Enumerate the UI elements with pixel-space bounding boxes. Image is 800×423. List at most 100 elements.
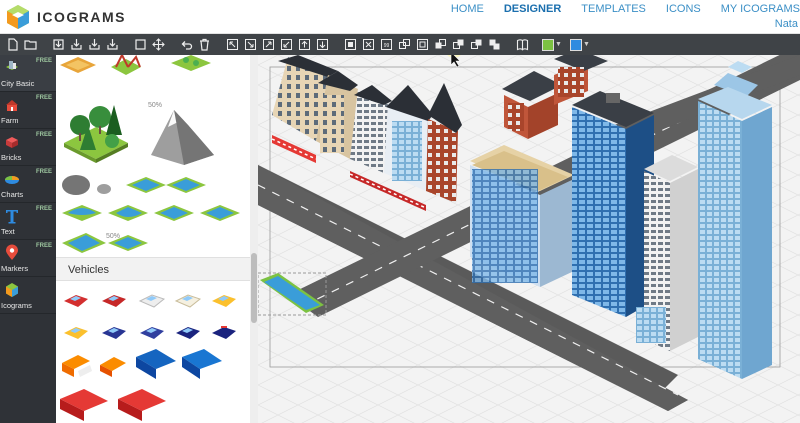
rocks-shape[interactable] xyxy=(62,175,111,195)
nav-my-icograms[interactable]: MY ICOGRAMS xyxy=(721,3,800,15)
isometric-scene[interactable] xyxy=(258,55,800,423)
sidebar-item-markers[interactable]: FREE Markers xyxy=(0,240,56,277)
free-badge: FREE xyxy=(35,169,52,175)
toolbar: 99 ▼ ▼ xyxy=(0,34,800,55)
align-top-right-icon[interactable] xyxy=(260,37,276,53)
nav-icons[interactable]: ICONS xyxy=(666,3,701,15)
sidebar-item-city-basic[interactable]: FREE City Basic xyxy=(0,55,56,92)
arrange-layer-4-icon[interactable] xyxy=(486,37,502,53)
nav-home[interactable]: HOME xyxy=(451,3,484,15)
office-building-white[interactable] xyxy=(636,155,698,351)
arrange-back-icon[interactable] xyxy=(396,37,412,53)
arrange-front-icon[interactable] xyxy=(414,37,430,53)
sidebar-item-text[interactable]: FREE Text xyxy=(0,203,56,240)
shape-palette: 50% 50% Vehicles xyxy=(56,55,250,423)
icograms-icon xyxy=(6,283,18,297)
sidebar-item-charts[interactable]: FREE Charts xyxy=(0,166,56,203)
car-navy-shape[interactable] xyxy=(102,327,126,339)
sidebar-item-icograms[interactable]: Icograms xyxy=(0,277,56,314)
water-tile-7-shape[interactable] xyxy=(62,233,106,253)
nav-templates[interactable]: TEMPLATES xyxy=(581,3,646,15)
duplicate-icon[interactable]: 99 xyxy=(378,37,394,53)
bring-up-icon[interactable] xyxy=(296,37,312,53)
icograms-logo-icon xyxy=(7,5,29,29)
new-file-icon[interactable] xyxy=(4,37,20,53)
sandbox-shape[interactable] xyxy=(60,57,96,73)
fill-color-swatch[interactable] xyxy=(542,38,554,51)
export-png-icon[interactable] xyxy=(86,37,102,53)
palette-scrollbar-thumb[interactable] xyxy=(251,253,257,323)
car-cream-shape[interactable] xyxy=(174,294,202,308)
svg-text:99: 99 xyxy=(383,43,389,49)
taxi-shape[interactable] xyxy=(212,295,236,307)
arrange-layer-1-icon[interactable] xyxy=(432,37,448,53)
fill-color-caret-icon[interactable]: ▼ xyxy=(555,41,562,48)
free-badge: FREE xyxy=(35,58,52,64)
water-tile-2-shape[interactable] xyxy=(166,177,206,193)
align-top-left-icon[interactable] xyxy=(224,37,240,53)
truck-orange-2-shape[interactable] xyxy=(100,357,126,377)
select-rect-icon[interactable] xyxy=(132,37,148,53)
align-bottom-left-icon[interactable] xyxy=(278,37,294,53)
group-icon[interactable] xyxy=(342,37,358,53)
delete-icon[interactable] xyxy=(196,37,212,53)
grass-tile-shape[interactable] xyxy=(171,55,211,71)
export-svg-icon[interactable] xyxy=(68,37,84,53)
design-canvas[interactable] xyxy=(258,55,800,423)
sidebar-item-label: Bricks xyxy=(1,153,22,162)
sidebar-item-label: Charts xyxy=(1,190,24,199)
arrange-layer-2-icon[interactable] xyxy=(450,37,466,53)
water-tile-5-shape[interactable] xyxy=(154,205,194,221)
bricks-icon xyxy=(6,137,18,148)
truck-blue-2-shape[interactable] xyxy=(182,349,222,379)
vehicles-section-header[interactable]: Vehicles xyxy=(56,257,250,281)
undo-icon[interactable] xyxy=(178,37,194,53)
user-name[interactable]: Nata xyxy=(775,18,798,30)
skyscraper-light-blue[interactable] xyxy=(698,61,772,379)
arrange-layer-3-icon[interactable] xyxy=(468,37,484,53)
nav-designer[interactable]: DESIGNER xyxy=(504,3,561,15)
sidebar-item-label: Text xyxy=(1,227,15,236)
line-color-caret-icon[interactable]: ▼ xyxy=(583,41,590,48)
book-icon[interactable] xyxy=(514,37,530,53)
playground-shape[interactable] xyxy=(111,55,141,75)
trees-shape[interactable] xyxy=(64,105,128,163)
logo[interactable]: ICOGRAMS xyxy=(4,3,126,31)
car-navy-2-shape[interactable] xyxy=(140,327,164,339)
police-car-shape[interactable] xyxy=(212,326,236,339)
farm-icon xyxy=(6,100,18,111)
truck-orange-shape[interactable] xyxy=(62,355,92,377)
bus-red-2-shape[interactable] xyxy=(118,389,166,421)
truck-blue-shape[interactable] xyxy=(136,349,176,379)
save-icon[interactable] xyxy=(50,37,66,53)
free-badge: FREE xyxy=(35,206,52,212)
move-icon[interactable] xyxy=(150,37,166,53)
glass-tower-blue[interactable] xyxy=(572,91,654,317)
sidebar-item-farm[interactable]: FREE Farm xyxy=(0,92,56,129)
bus-red-shape[interactable] xyxy=(60,389,108,421)
water-tile-6-shape[interactable] xyxy=(200,205,240,221)
text-icon xyxy=(6,210,18,224)
car-white-shape[interactable] xyxy=(138,294,166,308)
ungroup-icon[interactable] xyxy=(360,37,376,53)
section-title: Vehicles xyxy=(68,264,109,276)
line-color-swatch[interactable] xyxy=(569,38,582,51)
mountain-shape[interactable] xyxy=(151,110,214,165)
align-bottom-right-icon[interactable] xyxy=(242,37,258,53)
water-tile-4-shape[interactable] xyxy=(108,205,148,221)
markers-icon xyxy=(6,244,18,260)
car-red-shape[interactable] xyxy=(64,295,88,307)
export-jpg-icon[interactable] xyxy=(104,37,120,53)
water-tile-1-shape[interactable] xyxy=(126,177,166,193)
open-folder-icon[interactable] xyxy=(22,37,38,53)
charts-icon xyxy=(5,176,19,184)
water-tile-3-shape[interactable] xyxy=(62,205,102,221)
car-red-2-shape[interactable] xyxy=(102,295,126,307)
sidebar-item-bricks[interactable]: FREE Bricks xyxy=(0,129,56,166)
palette-scrollbar[interactable] xyxy=(250,55,258,423)
bring-down-icon[interactable] xyxy=(314,37,330,53)
taxi-2-shape[interactable] xyxy=(64,327,88,339)
car-navy-3-shape[interactable] xyxy=(176,327,200,339)
vehicles-shapes xyxy=(60,294,236,421)
sidebar-item-label: City Basic xyxy=(1,79,35,88)
